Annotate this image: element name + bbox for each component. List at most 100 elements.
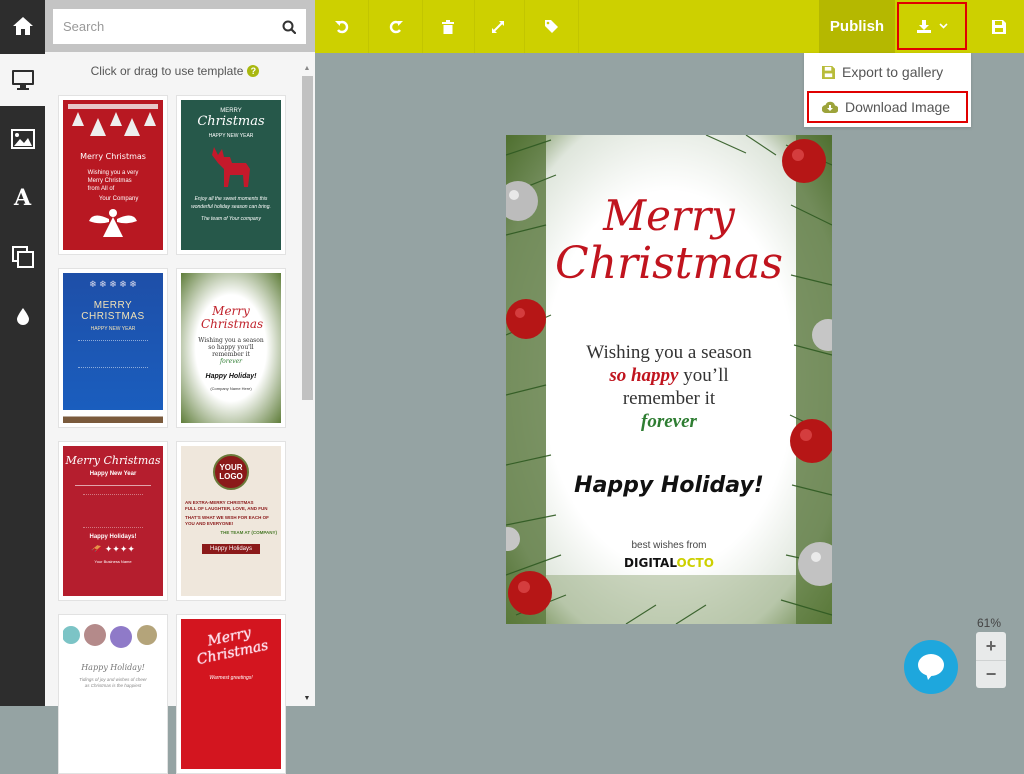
droplet-icon	[16, 308, 29, 325]
export-to-gallery-item[interactable]: Export to gallery	[807, 56, 968, 88]
zoom-level: 61%	[977, 616, 1002, 630]
wish-line-2-rest: you’ll	[678, 365, 729, 386]
delete-button[interactable]	[421, 0, 475, 53]
trash-icon	[441, 19, 454, 34]
rail-layers[interactable]	[0, 231, 45, 283]
reindeer-icon	[212, 147, 250, 187]
template-thumb[interactable]: Merry Christmas Happy New Year Happy Hol…	[58, 441, 168, 601]
snow-ground	[63, 401, 163, 423]
scroll-thumb[interactable]	[302, 76, 313, 400]
zoom-in-button[interactable]: +	[976, 632, 1006, 660]
template-title: Christmas	[197, 114, 265, 129]
template-subtitle: Happy New Year	[89, 471, 137, 477]
tag-icon	[545, 20, 558, 33]
search-input[interactable]	[63, 19, 282, 34]
template-thumb[interactable]: Merry Christmas Warmest greetings!	[176, 614, 286, 774]
download-icon	[916, 19, 931, 33]
download-menu-button[interactable]	[897, 2, 967, 50]
card-signoff[interactable]: best wishes from	[506, 540, 832, 551]
template-scrollbar[interactable]: ▲ ▼	[300, 58, 314, 706]
save-button[interactable]	[979, 0, 1019, 53]
card-wish[interactable]: Wishing you a season so happy you’ll rem…	[506, 341, 832, 433]
card-greeting[interactable]: Happy Holiday!	[506, 473, 832, 498]
download-image-item[interactable]: Download Image	[807, 91, 968, 123]
template-body: Enjoy all the sweet moments this wonderfu…	[191, 196, 271, 222]
download-label: Download Image	[845, 99, 951, 115]
card-brand[interactable]: DIGITALOCTO	[506, 556, 832, 570]
template-panel: Click or drag to use template ? Merry Ch…	[45, 0, 315, 774]
template-body	[78, 340, 148, 368]
rail-templates[interactable]	[0, 54, 45, 106]
rail-text[interactable]: A	[0, 172, 45, 224]
sleigh-icon: 🛷 ✦✦✦✦	[91, 544, 135, 554]
download-dropdown: Export to gallery Download Image	[804, 53, 971, 127]
template-footer: Happy Holidays	[201, 544, 261, 554]
text-icon: A	[13, 185, 32, 211]
template-body: AN EXTRA-MERRY CHRISTMAS FULL OF LAUGHTER…	[185, 500, 277, 535]
chat-icon	[918, 654, 944, 680]
tree-decorations	[68, 104, 158, 144]
wish-line-4: forever	[641, 411, 697, 432]
template-title: Merry Christmas	[80, 152, 146, 161]
template-title: Merry Christmas	[65, 454, 161, 467]
resize-button[interactable]	[471, 0, 525, 53]
template-thumb[interactable]: Happy Holiday! Tidings of joy and wishes…	[58, 614, 168, 774]
export-label: Export to gallery	[842, 64, 944, 80]
template-body: Wishing you a season so happy you'll remem…	[198, 337, 264, 365]
tag-button[interactable]	[525, 0, 579, 53]
brand-octo: OCTO	[676, 556, 714, 570]
template-body	[83, 494, 143, 528]
template-footer: Happy Holidays!	[89, 534, 137, 540]
undo-button[interactable]	[315, 0, 369, 53]
template-body: Warmest greetings!	[209, 675, 253, 681]
save-icon	[822, 65, 835, 79]
template-title: Happy Holiday!	[81, 663, 145, 672]
template-subtitle: HAPPY NEW YEAR	[208, 133, 254, 139]
brand-digital: DIGITAL	[624, 556, 677, 570]
template-title: Merry Christmas	[195, 624, 270, 669]
template-subtitle: HAPPY NEW YEAR	[90, 326, 136, 332]
toolbar: Publish	[315, 0, 1024, 53]
rail-colors[interactable]	[0, 290, 45, 342]
search-icon[interactable]	[282, 20, 296, 34]
wish-line-1: Wishing you a season	[586, 342, 752, 363]
search-box	[53, 9, 306, 44]
home-button[interactable]	[0, 0, 45, 52]
template-thumb[interactable]: YOUR LOGO AN EXTRA-MERRY CHRISTMAS FULL O…	[176, 441, 286, 601]
template-title: Merry Christmas	[201, 304, 264, 331]
scroll-up-arrow[interactable]: ▲	[300, 62, 314, 74]
hint-text: Click or drag to use template	[90, 64, 244, 78]
template-footer: Happy Holiday!	[205, 373, 257, 380]
template-body: Wishing you a very Merry Christmas from Al…	[87, 170, 139, 202]
scroll-down-arrow[interactable]: ▼	[300, 692, 314, 704]
card-title-line1: Merry	[603, 191, 735, 240]
chevron-down-icon	[938, 23, 948, 29]
template-thumb[interactable]: MERRY Christmas HAPPY NEW YEAR Enjoy all…	[176, 95, 286, 255]
divider	[75, 485, 151, 486]
rail-images[interactable]	[0, 113, 45, 165]
expand-icon	[491, 20, 504, 33]
template-company: Your Business Name	[94, 559, 132, 564]
wish-emphasis: so happy	[609, 365, 679, 386]
card-title[interactable]: Merry Christmas	[506, 193, 832, 289]
zoom-out-button[interactable]: −	[976, 660, 1006, 688]
snowflake-icons: ❄ ❄ ❄ ❄ ❄	[89, 279, 137, 289]
cloud-download-icon	[822, 101, 838, 113]
template-company: (Company Name Here)	[210, 386, 252, 391]
card-title-line2: Christmas	[555, 238, 783, 289]
redo-button[interactable]	[369, 0, 423, 53]
image-icon	[10, 129, 35, 149]
chat-button[interactable]	[904, 640, 958, 694]
icon-rail: A	[0, 0, 45, 706]
undo-icon	[334, 20, 348, 33]
zoom-controls: + −	[976, 632, 1006, 688]
template-thumb[interactable]: Merry Christmas Wishing you a very Merry …	[58, 95, 168, 255]
baubles-icon	[63, 624, 157, 648]
help-icon[interactable]: ?	[247, 65, 260, 77]
template-thumb[interactable]: ❄ ❄ ❄ ❄ ❄ MERRY CHRISTMAS HAPPY NEW YEAR	[58, 268, 168, 428]
design-canvas[interactable]: Merry Christmas Wishing you a season so …	[506, 135, 832, 624]
publish-button[interactable]: Publish	[819, 0, 895, 53]
layers-icon	[11, 246, 34, 268]
home-icon	[12, 17, 33, 35]
template-thumb[interactable]: Merry Christmas Wishing you a season so h…	[176, 268, 286, 428]
